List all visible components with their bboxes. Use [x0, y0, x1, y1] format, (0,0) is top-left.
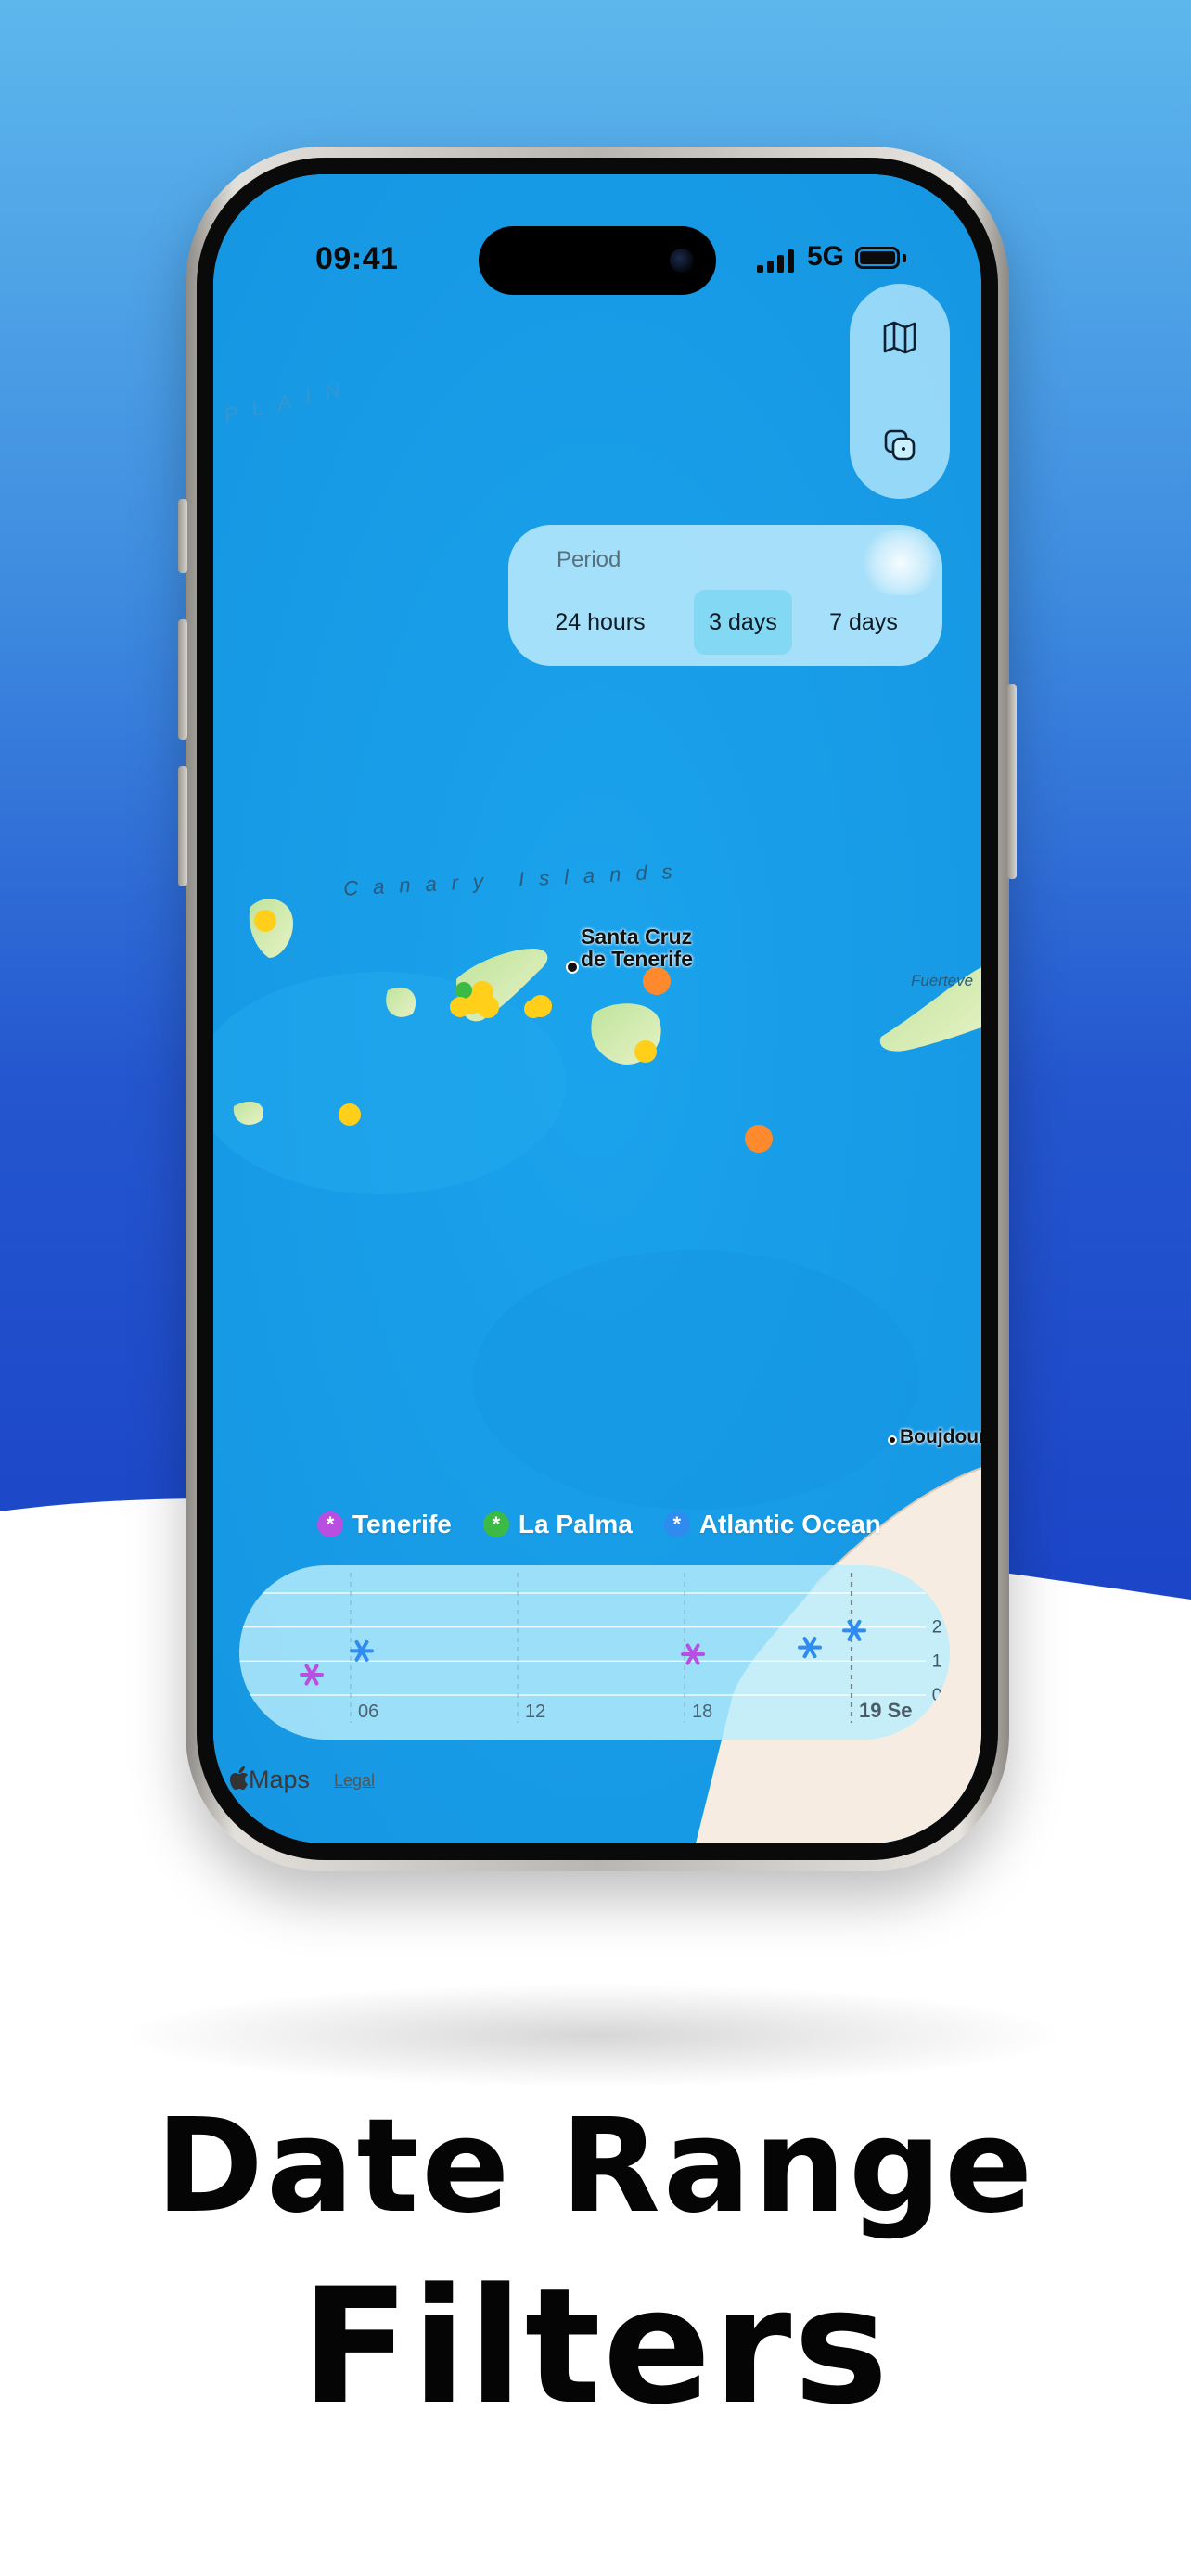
chart-point[interactable]	[798, 1637, 822, 1659]
status-time: 09:41	[315, 241, 399, 276]
battery-icon	[855, 247, 900, 269]
dynamic-island	[479, 226, 716, 295]
legal-link[interactable]: Legal	[334, 1771, 375, 1791]
chart-svg[interactable]: 012306121819 Se	[239, 1565, 950, 1740]
quake-marker[interactable]	[455, 982, 472, 999]
chart-x-tick: 06	[358, 1702, 378, 1722]
layers-icon	[884, 429, 916, 461]
magnitude-timeline-chart[interactable]: 012306121819 Se	[239, 1565, 950, 1740]
panel-glow	[861, 530, 941, 595]
asterisk-icon: *	[663, 1511, 690, 1537]
map-label-city[interactable]: Santa Cruz de Tenerife	[581, 925, 693, 970]
map-controls	[850, 284, 950, 499]
quake-marker[interactable]	[634, 1040, 657, 1063]
camera-icon	[670, 249, 694, 273]
asterisk-icon: *	[317, 1511, 343, 1537]
map-label-fuerteventura: Fuerteve	[911, 972, 974, 989]
period-option-7d[interactable]: 7 days	[813, 590, 915, 655]
quake-marker[interactable]	[254, 910, 276, 932]
legend-item-tenerife[interactable]: * Tenerife	[317, 1510, 452, 1539]
legend-item-la-palma[interactable]: * La Palma	[482, 1510, 633, 1539]
map-style-button[interactable]	[850, 287, 950, 388]
battery-cap	[903, 254, 906, 262]
volume-down-button	[178, 766, 187, 886]
apple-logo-icon	[230, 1766, 248, 1790]
quake-marker[interactable]	[477, 996, 499, 1018]
maps-brand: Maps	[228, 1766, 310, 1794]
legend-label: Tenerife	[352, 1510, 452, 1538]
phone-shadow	[130, 1984, 1057, 2086]
phone-device: PLAIN Canary Islands Santa Cruz de Tener…	[178, 147, 1017, 1871]
map-icon	[883, 321, 916, 354]
quake-marker[interactable]	[643, 967, 671, 995]
map-label-boujdour[interactable]: Boujdour	[900, 1426, 981, 1448]
quake-marker[interactable]	[450, 997, 470, 1017]
headline-line-1: Date Range	[155, 2091, 1036, 2242]
chart-x-tick: 19 Se	[859, 1699, 913, 1722]
layers-button[interactable]	[850, 395, 950, 495]
action-button	[178, 499, 187, 573]
chart-x-tick: 18	[692, 1702, 712, 1722]
quake-marker[interactable]	[745, 1125, 773, 1153]
legend-label: Atlantic Ocean	[698, 1510, 881, 1538]
town-marker[interactable]	[888, 1435, 897, 1445]
chart-y-tick: 2	[932, 1618, 942, 1638]
period-option-24h[interactable]: 24 hours	[536, 590, 664, 655]
legend-label: La Palma	[518, 1510, 633, 1538]
headline-line-2: Filters	[301, 2253, 890, 2440]
signal-icon	[757, 249, 794, 273]
region-legend: * Tenerife * La Palma * Atlantic Ocean	[317, 1510, 913, 1539]
chart-point[interactable]	[842, 1619, 866, 1641]
side-button	[1007, 684, 1017, 879]
quake-marker[interactable]	[524, 1000, 543, 1018]
maps-brand-text: Maps	[249, 1766, 311, 1793]
quake-marker[interactable]	[339, 1103, 361, 1126]
period-option-3d[interactable]: 3 days	[694, 590, 792, 655]
chart-point[interactable]	[300, 1664, 324, 1686]
period-title: Period	[557, 547, 621, 572]
period-filter-panel: Period 24 hours 3 days 7 days	[508, 525, 942, 666]
legend-item-atlantic[interactable]: * Atlantic Ocean	[663, 1510, 881, 1539]
chart-y-tick: 1	[932, 1651, 942, 1671]
seabed-shade	[473, 1250, 918, 1510]
network-label: 5G	[807, 241, 845, 272]
volume-up-button	[178, 619, 187, 740]
chart-point[interactable]	[350, 1639, 374, 1662]
chart-x-tick: 12	[525, 1702, 545, 1722]
asterisk-icon: *	[482, 1511, 509, 1537]
phone-screen: PLAIN Canary Islands Santa Cruz de Tener…	[213, 174, 981, 1843]
city-marker[interactable]	[566, 961, 579, 974]
